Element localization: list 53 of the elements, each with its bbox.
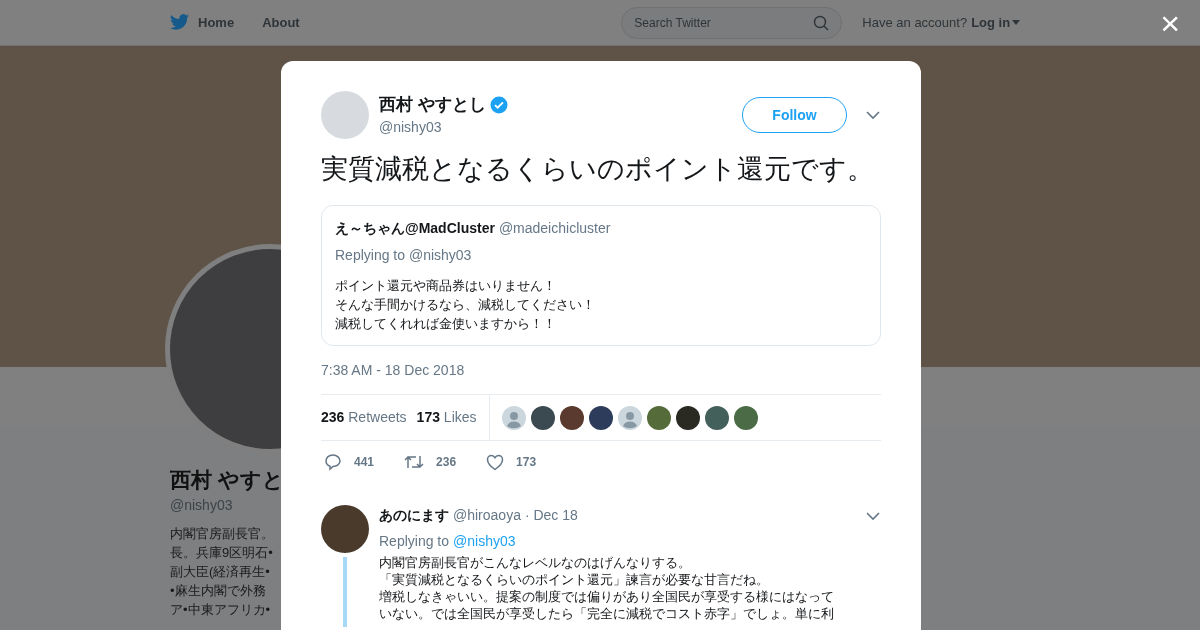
reply-avatar-photo[interactable] xyxy=(321,505,369,553)
avatar-photo[interactable] xyxy=(733,405,758,430)
quoted-author-name: え～ちゃん@MadCluster xyxy=(335,219,495,238)
profile-name: 西村 やすと xyxy=(170,467,284,493)
replying-to-text: Replying to @nishy03 xyxy=(335,246,473,265)
stat-link[interactable]: 236 Retweets xyxy=(321,407,407,428)
speech-bubble-icon[interactable] xyxy=(324,453,342,471)
reply-text-line: 内閣官房副長官がこんなレベルなのはげんなりする。 xyxy=(379,554,691,571)
avatar-photo[interactable] xyxy=(588,405,613,430)
mention-link[interactable]: @nishy03 xyxy=(453,531,516,552)
replying-to-text: Replying to xyxy=(379,532,450,551)
retweet-icon[interactable] xyxy=(404,454,425,470)
reply-date[interactable]: · Dec 18 xyxy=(524,505,578,526)
bio-line: 内閣官房副長官。 xyxy=(170,525,274,544)
author-handle[interactable]: @nishy03 xyxy=(379,117,508,139)
action-count: 236 xyxy=(436,454,457,471)
account-prompt: Have an account? xyxy=(862,13,968,32)
action-count: 441 xyxy=(354,454,375,471)
quoted-tweet[interactable]: え～ちゃん@MadCluster @madeichicluster Replying to @nishy03 ポイント還元や商品券はいりません！ そんな手間かけるなら、減税してください！ 減税してくれれば金使いますから！！ xyxy=(321,205,881,346)
search-icon[interactable] xyxy=(813,14,830,31)
avatar-photo[interactable] xyxy=(675,405,700,430)
tweet-text: 実質減税となるくらいのポイント還元です。 xyxy=(321,153,875,186)
quoted-tweet-line: そんな手間かけるなら、減税してください！ xyxy=(335,296,596,314)
caret-icon xyxy=(1012,20,1021,25)
quoted-author-handle: @madeichicluster xyxy=(498,219,611,238)
close-button[interactable]: × xyxy=(1160,5,1180,40)
avatar-photo[interactable] xyxy=(559,405,584,430)
bio-line: ア•中東アフリカ• xyxy=(170,601,271,620)
author-name[interactable]: 西村 やすとし xyxy=(379,91,486,118)
profile-handle: @nishy03 xyxy=(170,496,233,516)
action-count: 173 xyxy=(516,454,537,471)
reply-author-name[interactable]: あのにます xyxy=(379,505,449,526)
bio-line: 長。兵庫9区明石• xyxy=(170,544,273,563)
quoted-tweet-line: 減税してくれれば金使いますから！！ xyxy=(335,315,557,333)
login-button[interactable]: Log in xyxy=(971,12,1021,33)
chevron-down-icon[interactable] xyxy=(865,110,881,120)
chevron-down-icon[interactable] xyxy=(865,510,881,521)
quoted-tweet-line: ポイント還元や商品券はいりません！ xyxy=(335,277,557,295)
avatar-photo[interactable] xyxy=(704,405,729,430)
search-field[interactable]: Search Twitter xyxy=(621,6,843,39)
avatar-photo[interactable] xyxy=(530,405,555,430)
heart-icon[interactable] xyxy=(486,453,505,471)
nav-link[interactable]: Home xyxy=(198,12,235,33)
search-input[interactable]: Search Twitter xyxy=(634,13,814,32)
reply-text-line: 増税しなきゃいい。提案の制度では偏りがあり全国民が享受する様にはなって xyxy=(379,588,834,605)
tweet-timestamp[interactable]: 7:38 AM - 18 Dec 2018 xyxy=(321,360,881,381)
bio-line: 副大臣(経済再生• xyxy=(170,563,270,582)
reply-text-line: いない。では全国民が享受したら「完全に減税でコスト赤字」でしょ。単に利 xyxy=(379,605,834,622)
stat-link[interactable]: 173 Likes xyxy=(416,407,477,428)
nav-link[interactable]: About xyxy=(262,12,300,33)
bio-line: •麻生内閣で外務 xyxy=(170,582,266,601)
reply-text-line: 「実質減税となるくらいのポイント還元」諫言が必要な甘言だね。 xyxy=(379,571,769,588)
reply-author-handle[interactable]: @hiroaoya xyxy=(453,505,521,526)
